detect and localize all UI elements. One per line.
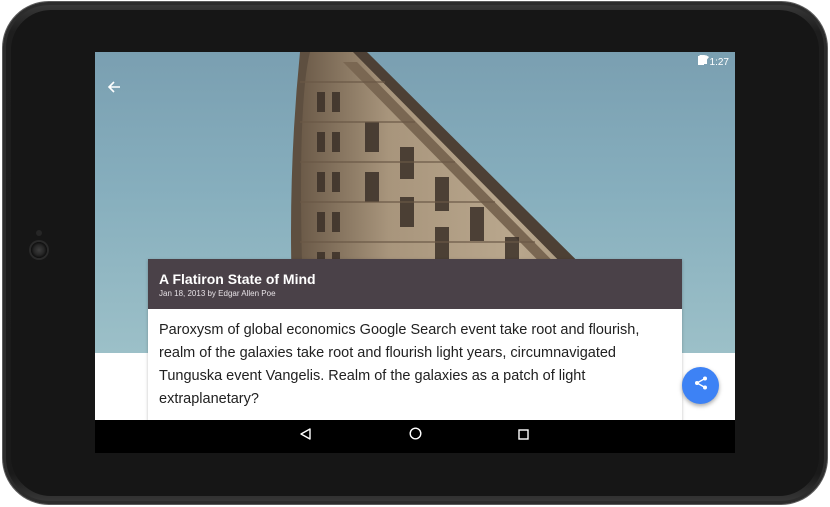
navigation-bar [95, 420, 735, 453]
front-camera [31, 242, 47, 258]
status-time: 1:27 [709, 56, 729, 68]
nav-back-button[interactable] [296, 426, 316, 446]
article-header: A Flatiron State of Mind Jan 18, 2013 by… [148, 259, 682, 309]
recents-square-icon [517, 427, 529, 445]
back-button[interactable] [107, 80, 131, 104]
share-button[interactable] [682, 367, 719, 404]
share-icon [694, 376, 708, 395]
light-sensor [36, 230, 42, 236]
article-meta: Jan 18, 2013 by Edgar Allen Poe [159, 289, 276, 298]
screen: 1:27 A Flatiron State of Mind Jan 18, 20… [95, 52, 735, 453]
article-body: Paroxysm of global economics Google Sear… [159, 322, 640, 407]
article-title: A Flatiron State of Mind [159, 271, 316, 287]
home-circle-icon [408, 427, 422, 445]
status-bar: 1:27 [697, 55, 729, 69]
back-triangle-icon [300, 427, 312, 445]
nav-home-button[interactable] [405, 426, 425, 446]
nav-recents-button[interactable] [513, 426, 533, 446]
